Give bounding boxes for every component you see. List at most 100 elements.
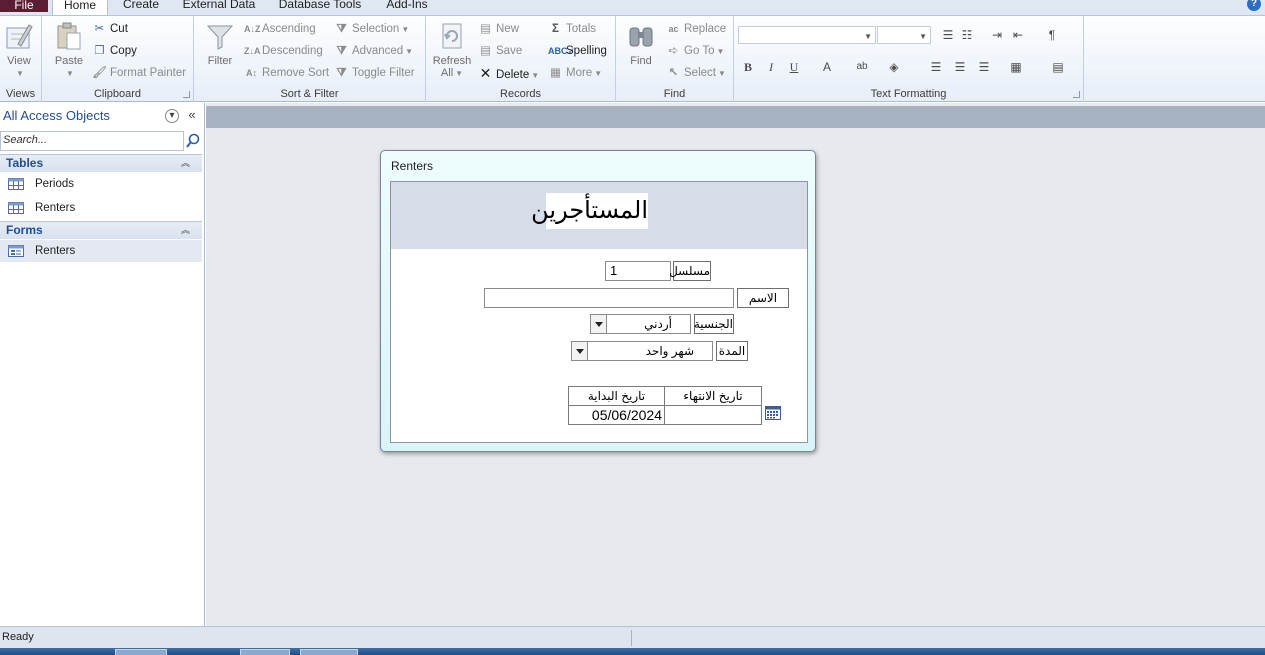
start-date-field[interactable]: 05/06/2024 [568, 405, 665, 425]
collapse-chevron-icon[interactable]: ︽ [181, 155, 190, 172]
taskbar-button[interactable] [240, 649, 290, 655]
tab-create[interactable]: Create [115, 0, 167, 15]
taskbar-button[interactable] [300, 649, 358, 655]
help-icon[interactable]: ? [1247, 0, 1261, 11]
advanced-label: Advanced [352, 45, 404, 57]
nationality-combo[interactable]: أردني [590, 314, 691, 334]
align-center-icon[interactable]: ☰ [952, 59, 968, 75]
save-label: Save [496, 45, 523, 57]
font-color-icon[interactable]: A [819, 59, 835, 75]
tab-file[interactable]: File [0, 0, 48, 12]
nav-search-input[interactable]: Search... [0, 131, 184, 151]
taskbar-button[interactable] [115, 649, 167, 655]
nationality-value: أردني [644, 317, 672, 331]
document-tab-strip [206, 106, 1265, 128]
period-label: المدة [716, 341, 748, 361]
sigma-icon: Σ [552, 23, 559, 35]
filter-button[interactable]: Filter [202, 20, 238, 67]
font-name-combo[interactable]: ▼ [738, 26, 876, 44]
collapse-chevron-icon[interactable]: ︽ [181, 222, 190, 239]
nav-section-forms[interactable]: Forms ︽ [0, 221, 202, 239]
align-right-icon[interactable]: ☰ [976, 59, 992, 75]
end-date-header: تاريخ الانتهاء [664, 386, 762, 406]
totals-button[interactable]: Σ Totals [548, 20, 596, 38]
status-text: Ready [2, 631, 34, 643]
totals-label: Totals [566, 23, 597, 35]
increase-indent-icon[interactable]: ⇥ [989, 27, 1005, 43]
toggle-filter-button[interactable]: ⧩ Toggle Filter [334, 64, 414, 82]
tab-database-tools[interactable]: Database Tools [275, 0, 365, 15]
clipboard-launcher-icon[interactable] [183, 91, 190, 98]
delete-x-icon: ✕ [479, 65, 492, 81]
group-label-views: Views [5, 88, 36, 100]
renters-form-window[interactable]: Renters المستأجرين 1 مسلسل الاسم أردني ا… [380, 150, 816, 452]
nav-item-renters-table[interactable]: Renters [0, 197, 202, 219]
numbering-icon[interactable]: ☷ [959, 27, 975, 43]
name-label: الاسم [737, 288, 789, 308]
tab-home[interactable]: Home [52, 0, 108, 15]
ascending-button[interactable]: A↓Z Ascending [244, 20, 316, 38]
align-left-icon[interactable]: ☰ [928, 59, 944, 75]
ascending-label: Ascending [262, 23, 316, 35]
group-views: View ▼ Views [0, 16, 42, 102]
dropdown-arrow-icon[interactable] [590, 314, 607, 334]
descending-button[interactable]: Z↓A Descending [244, 42, 323, 60]
end-date-field[interactable] [664, 405, 762, 425]
bullets-icon[interactable]: ☰ [940, 27, 956, 43]
calendar-icon[interactable] [765, 406, 781, 420]
format-painter-button[interactable]: 🖌 Format Painter [92, 64, 186, 82]
alternate-row-color-icon[interactable]: ▤ [1050, 59, 1066, 75]
paste-button[interactable]: Paste ▼ [50, 20, 88, 79]
tab-external-data[interactable]: External Data [178, 0, 260, 15]
goto-button[interactable]: ➪ Go To ▼ [666, 42, 725, 60]
tab-add-ins[interactable]: Add-Ins [380, 0, 434, 15]
replace-icon: ac [668, 24, 679, 34]
shutter-bar-close-icon[interactable]: « [185, 108, 199, 123]
selection-label: Selection [352, 23, 400, 35]
text-formatting-launcher-icon[interactable] [1073, 91, 1080, 98]
remove-sort-button[interactable]: A↕ Remove Sort [244, 64, 329, 82]
underline-icon[interactable]: U [786, 59, 802, 75]
period-combo[interactable]: شهر واحد [571, 341, 713, 361]
name-field[interactable] [484, 288, 734, 308]
bold-icon[interactable]: B [740, 59, 756, 75]
search-icon[interactable] [185, 132, 201, 150]
new-record-button[interactable]: ▤ New [478, 20, 519, 38]
nav-menu-chevron-icon[interactable]: ▾ [165, 109, 179, 123]
italic-icon[interactable]: I [763, 59, 779, 75]
serial-field[interactable]: 1 [605, 261, 671, 281]
dropdown-arrow-icon[interactable] [571, 341, 588, 361]
binoculars-icon [629, 27, 653, 47]
copy-label: Copy [110, 45, 137, 57]
serial-label: مسلسل [669, 261, 711, 281]
spelling-button[interactable]: ABC✓Spelling [548, 42, 607, 60]
group-label-find: Find [663, 88, 686, 100]
advanced-button[interactable]: ⧩ Advanced ▼ [334, 42, 413, 60]
delete-record-button[interactable]: ✕ Delete ▼ [478, 64, 540, 82]
nav-item-label: Renters [35, 202, 76, 214]
select-button[interactable]: ↖ Select ▼ [666, 64, 726, 82]
nav-item-renters-form[interactable]: Renters [0, 240, 202, 262]
cut-button[interactable]: ✂ Cut [92, 20, 128, 38]
gridlines-icon[interactable]: ▦ [1008, 59, 1024, 75]
selection-button[interactable]: ⧩ Selection ▼ [334, 20, 409, 38]
paragraph-direction-icon[interactable]: ¶ [1044, 27, 1060, 43]
more-button[interactable]: ▦ More ▼ [548, 64, 602, 82]
group-clipboard: Paste ▼ ✂ Cut ❐ Copy 🖌 Format Painter Clipbo… [42, 16, 194, 102]
replace-button[interactable]: ac Replace [666, 20, 726, 38]
ribbon: View ▼ Views Paste ▼ ✂ Cut ❐ Copy 🖌 Format Pa… [0, 16, 1265, 102]
view-button[interactable]: View ▼ [2, 20, 36, 79]
copy-button[interactable]: ❐ Copy [92, 42, 137, 60]
find-button[interactable]: Find [622, 20, 660, 67]
decrease-indent-icon[interactable]: ⇤ [1010, 27, 1026, 43]
nav-section-tables[interactable]: Tables ︽ [0, 154, 202, 172]
font-size-combo[interactable]: ▼ [877, 26, 931, 44]
highlight-icon[interactable]: ab [854, 59, 870, 75]
refresh-all-button[interactable]: Refresh All ▼ [430, 20, 474, 79]
paste-icon [57, 22, 81, 50]
fill-color-icon[interactable]: ◈ [886, 59, 902, 75]
refresh-all-label: All [440, 67, 454, 79]
save-record-button[interactable]: ▤ Save [478, 42, 522, 60]
nav-item-periods-table[interactable]: Periods [0, 173, 202, 195]
sort-ascending-icon: A↓Z [244, 24, 261, 34]
